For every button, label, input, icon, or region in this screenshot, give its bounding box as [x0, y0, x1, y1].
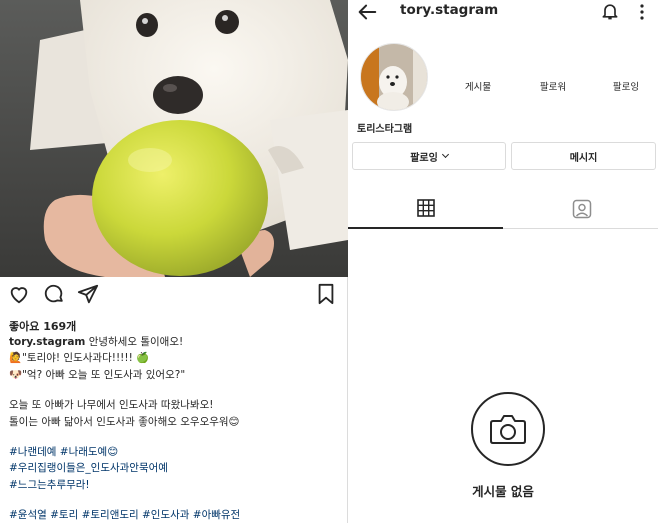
- tab-grid[interactable]: [348, 191, 503, 229]
- profile-tabs: [348, 191, 658, 229]
- back-arrow-icon[interactable]: [356, 1, 378, 23]
- caption-first-line: tory.stagram 안녕하세오 톨이애오!: [9, 334, 343, 350]
- message-button-label: 메시지: [569, 152, 598, 164]
- avatar[interactable]: [360, 43, 428, 111]
- following-button[interactable]: 팔로잉: [352, 142, 506, 170]
- tagged-icon: [572, 199, 592, 219]
- post-actions: [0, 283, 348, 311]
- hashtag-line[interactable]: #윤석열 #토리 #토리앤도리 #인도사과 #아빠유전: [9, 507, 343, 523]
- bookmark-icon[interactable]: [316, 283, 340, 307]
- caption-line: 오늘 또 아빠가 나무에서 인도사과 따왔나봐오!: [9, 399, 214, 412]
- camera-icon: [471, 392, 545, 466]
- caption-line: 톨이는 아빠 닮아서 인도사과 좋아해오 오우오우워😊: [9, 415, 240, 428]
- following-button-label: 팔로잉: [410, 152, 438, 164]
- profile-username: tory.stagram: [400, 2, 499, 18]
- heart-icon[interactable]: [8, 283, 32, 307]
- posts-stat[interactable]: 게시물: [448, 79, 508, 93]
- caption-text: 안녕하세오 톨이애오!: [88, 336, 184, 348]
- following-stat[interactable]: 팔로잉: [596, 79, 656, 93]
- tab-tagged[interactable]: [503, 191, 658, 229]
- caption-line: 🙋"토리야! 인도사과다!!!!! 🍏: [9, 352, 150, 365]
- chevron-down-icon: [441, 150, 449, 159]
- bell-icon[interactable]: [600, 0, 622, 22]
- hashtag-line[interactable]: #느그는추루무라!: [9, 477, 343, 493]
- empty-state-label: 게시물 없음: [472, 484, 534, 499]
- post-panel: 좋아요 169개 tory.stagram 안녕하세오 톨이애오! 🙋"토리야!…: [0, 0, 348, 523]
- post-caption: tory.stagram 안녕하세오 톨이애오! 🙋"토리야! 인도사과다!!!…: [9, 334, 343, 523]
- message-button[interactable]: 메시지: [511, 142, 656, 170]
- more-icon[interactable]: [637, 2, 647, 22]
- grid-icon: [417, 199, 435, 217]
- followers-stat[interactable]: 팔로워: [523, 79, 583, 93]
- profile-panel: tory.stagram 게시물 팔로워 팔로잉 토리스타그램 팔로잉 메시지: [348, 0, 658, 523]
- comment-icon[interactable]: [43, 283, 67, 307]
- profile-display-name: 토리스타그램: [357, 124, 413, 135]
- profile-top-bar: tory.stagram: [348, 0, 658, 24]
- caption-line: 🐶"억? 아빠 오늘 또 인도사과 있어오?": [9, 368, 186, 381]
- hashtag-line[interactable]: #우리집랭이들은_인도사과안묵어예: [9, 460, 343, 476]
- hashtag-line[interactable]: #나랜데예 #나래도예😊: [9, 444, 343, 460]
- likes-count[interactable]: 좋아요 169개: [9, 318, 76, 334]
- post-photo[interactable]: [0, 0, 348, 277]
- share-icon[interactable]: [77, 283, 101, 307]
- caption-username[interactable]: tory.stagram: [9, 336, 85, 348]
